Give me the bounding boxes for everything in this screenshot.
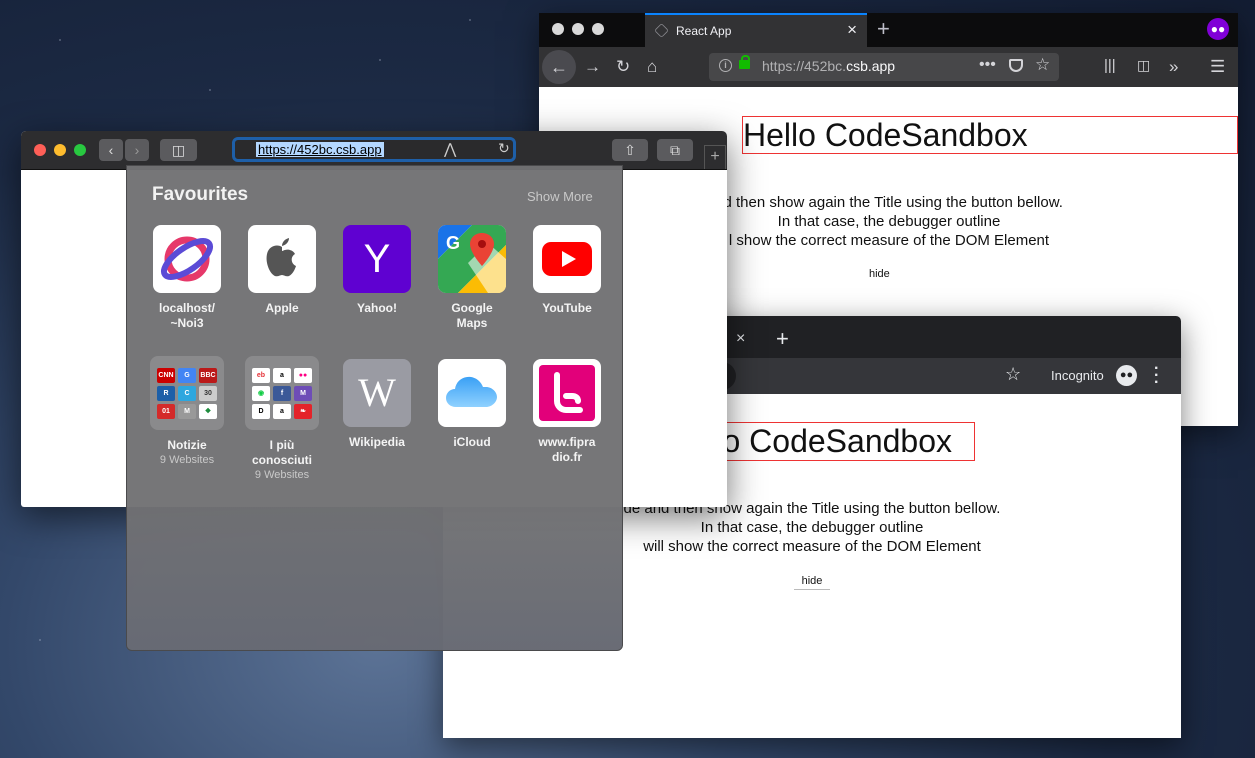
sidebar-icon[interactable]: ◫ xyxy=(1137,57,1150,74)
overflow-chevron-icon[interactable]: » xyxy=(1169,57,1178,77)
sidebar-toggle-icon[interactable]: ◫ xyxy=(160,139,197,161)
hide-button[interactable]: hide xyxy=(869,268,890,280)
hide-button[interactable]: hide xyxy=(794,575,830,590)
youtube-icon xyxy=(533,225,601,293)
favourites-popover: Favourites Show More localhost/ ~Noi3 Ap… xyxy=(126,165,623,651)
firefox-tab-bar: React App × + ●● xyxy=(539,13,1238,47)
incognito-icon[interactable]: ●● xyxy=(1116,365,1137,386)
tab-react-app[interactable]: React App × xyxy=(645,13,867,47)
lock-icon xyxy=(739,55,750,69)
favourite-icloud[interactable]: iCloud xyxy=(425,359,519,450)
wikipedia-icon: W xyxy=(343,359,411,427)
planet-icon xyxy=(153,225,221,293)
folder-icon: CNN G BBC R C 30 01 M ❖ xyxy=(150,356,224,430)
info-icon[interactable]: i xyxy=(719,59,732,72)
page-paragraph: de and then show again the Title using t… xyxy=(623,500,1001,555)
tab-overview-icon[interactable]: ⧉ xyxy=(657,139,693,161)
private-browsing-mask-icon: ●● xyxy=(1207,18,1229,40)
bookmark-star-icon[interactable]: ☆ xyxy=(1005,364,1021,385)
google-maps-icon: G xyxy=(438,225,506,293)
favourite-label: Notizie xyxy=(167,438,207,452)
fip-icon xyxy=(533,359,601,427)
tab-title: React App xyxy=(676,24,732,38)
window-minimize-button[interactable] xyxy=(54,144,66,156)
url-selected-text: https://452bc.csb.app xyxy=(256,142,384,157)
favourite-label: I più conosciuti xyxy=(251,438,312,467)
forward-button[interactable]: → xyxy=(584,57,601,77)
reload-button[interactable]: ↻ xyxy=(616,57,630,77)
pocket-icon[interactable] xyxy=(1009,59,1023,72)
codesandbox-icon xyxy=(654,23,669,38)
favourite-label: Yahoo! xyxy=(356,301,397,315)
share-icon[interactable]: ⇧ xyxy=(612,139,648,161)
page-paragraph: nd then show again the Title using the b… xyxy=(715,194,1063,249)
favourite-label: Wikipedia xyxy=(349,435,405,449)
favourite-youtube[interactable]: YouTube xyxy=(520,225,614,316)
favourite-localhost[interactable]: localhost/ ~Noi3 xyxy=(140,225,234,331)
window-close-button[interactable] xyxy=(552,23,564,35)
bookmark-star-icon[interactable]: ☆ xyxy=(1035,55,1050,75)
favourite-subtitle: 9 Websites xyxy=(159,454,215,466)
window-zoom-button[interactable] xyxy=(592,23,604,35)
page-actions-button[interactable]: ••• xyxy=(979,56,996,74)
window-close-button[interactable] xyxy=(34,144,46,156)
show-more-link[interactable]: Show More xyxy=(527,189,593,204)
new-tab-button[interactable]: + xyxy=(776,326,789,352)
favourite-label: iCloud xyxy=(453,435,491,449)
favourite-label: localhost/ ~Noi3 xyxy=(158,301,215,330)
url-bar[interactable]: i https://452bc.csb.app ••• ☆ xyxy=(709,53,1059,81)
favourites-title: Favourites xyxy=(152,184,249,205)
library-icon[interactable]: ||| xyxy=(1104,57,1116,74)
tab-close-button[interactable]: × xyxy=(847,20,857,40)
folder-icon: eb a ●● ◉ f M Da ❧ xyxy=(245,356,319,430)
favourite-wikipedia[interactable]: W Wikipedia xyxy=(330,359,424,450)
favourite-label: YouTube xyxy=(542,301,592,315)
favourite-folder-notizie[interactable]: CNN G BBC R C 30 01 M ❖ Notizie 9 Websites xyxy=(140,356,234,468)
yahoo-icon: Y xyxy=(343,225,411,293)
forward-button[interactable]: › xyxy=(125,139,149,161)
favourite-yahoo[interactable]: Y Yahoo! xyxy=(330,225,424,316)
icloud-icon xyxy=(438,359,506,427)
window-zoom-button[interactable] xyxy=(74,144,86,156)
favourite-label: www.fipra dio.fr xyxy=(538,435,596,464)
new-tab-button[interactable]: + xyxy=(877,16,890,42)
svg-text:G: G xyxy=(446,233,460,253)
apple-icon xyxy=(248,225,316,293)
favourite-label: Google Maps xyxy=(451,301,493,330)
hamburger-menu-icon[interactable]: ☰ xyxy=(1210,57,1225,77)
home-button[interactable]: ⌂ xyxy=(647,57,657,77)
favourite-folder-conosciuti[interactable]: eb a ●● ◉ f M Da ❧ I più conosciuti 9 Website… xyxy=(235,356,329,483)
reload-icon[interactable]: ↻ xyxy=(498,140,510,157)
tab-close-button[interactable]: × xyxy=(736,330,745,348)
favourite-fipradio[interactable]: www.fipra dio.fr xyxy=(520,359,614,465)
window-minimize-button[interactable] xyxy=(572,23,584,35)
favourite-subtitle: 9 Websites xyxy=(254,469,310,481)
favourite-google-maps[interactable]: G Google Maps xyxy=(425,225,519,331)
incognito-label: Incognito xyxy=(1051,368,1104,383)
text-cursor-icon: ⋀ xyxy=(444,141,457,158)
new-tab-button[interactable]: + xyxy=(704,145,726,169)
back-button[interactable]: ‹ xyxy=(99,139,123,161)
kebab-menu-icon[interactable]: · · · xyxy=(1154,361,1159,391)
page-heading: Hello CodeSandbox xyxy=(742,116,1238,154)
firefox-nav-bar: ← → ↻ ⌂ i https://452bc.csb.app ••• ☆ ||… xyxy=(539,47,1238,87)
favourite-label: Apple xyxy=(265,301,299,315)
favourite-apple[interactable]: Apple xyxy=(235,225,329,316)
url-text: https://452bc.csb.app xyxy=(762,58,896,74)
url-field[interactable]: https://452bc.csb.app ⋀ ↻ xyxy=(232,137,516,162)
back-button[interactable]: ← xyxy=(542,50,576,84)
